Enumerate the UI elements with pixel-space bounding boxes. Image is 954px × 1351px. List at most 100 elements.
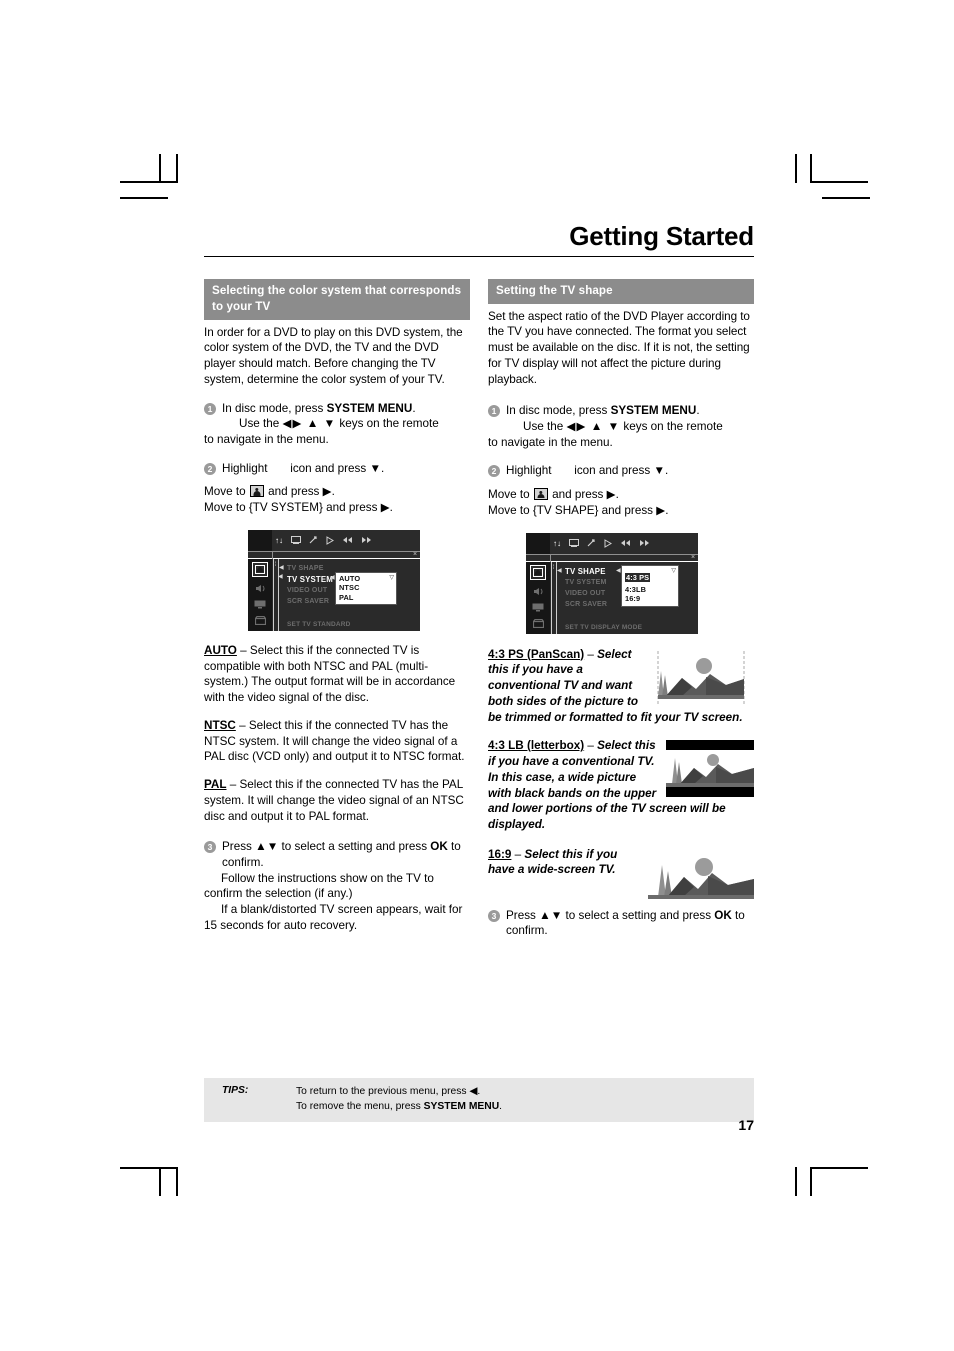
shuffle-icon <box>587 539 595 547</box>
osd-menu-body: ⁞ ◀ ◀ TV SHAPE TV SYSTEM VIDEO OUT SCR S… <box>248 558 420 631</box>
letterbox-thumbnail <box>666 740 754 798</box>
system-menu-bold: SYSTEM MENU <box>610 404 697 418</box>
option-label: PAL <box>204 778 227 792</box>
osd-left-caret-icon: ◀ <box>279 564 284 571</box>
osd-rail-dots: ⁞ <box>552 564 555 571</box>
crop-mark-tr-v2 <box>795 154 797 183</box>
step-number: 2 <box>204 462 216 475</box>
osd-sidebar-preferences-icon[interactable] <box>530 564 546 580</box>
option-label: 4:3 LB (letterbox) <box>488 739 585 753</box>
popup-item[interactable]: AUTO <box>339 574 393 584</box>
step-text-end: and press ▶. <box>264 485 335 499</box>
left-step-2: 2 Highlight icon and press ▼. Move to an… <box>204 461 470 516</box>
rewind-icon <box>621 540 630 547</box>
osd-menu-list: ◀ TV SHAPE TV SYSTEM VIDEO OUT SCR SAVER… <box>557 562 698 634</box>
popup-item[interactable]: PAL <box>339 593 393 603</box>
option-auto: AUTO – Select this if the connected TV i… <box>204 643 470 706</box>
osd-sidebar-video-icon[interactable] <box>254 600 266 609</box>
osd-top-icons: ↑↓ <box>550 533 698 554</box>
osd-sidebar-general-icon[interactable] <box>254 615 266 625</box>
header-divider <box>204 255 754 257</box>
crop-mark-bl-v <box>176 1167 178 1196</box>
ok-bold: OK <box>430 840 448 854</box>
step-line-2: Use the ◀▶ ▲ ▼ keys on the remote <box>506 419 754 435</box>
osd-top-icons: ↑↓ <box>272 530 420 551</box>
popup-item[interactable]: 4:3LB <box>625 585 675 595</box>
step-line-2: Use the ◀▶ ▲ ▼ keys on the remote <box>222 416 470 432</box>
osd-footer-hint: SET TV STANDARD <box>287 620 351 628</box>
step-text-end: keys on the remote <box>620 419 723 433</box>
option-dash: – <box>235 718 249 732</box>
preferences-person-icon <box>533 488 548 501</box>
osd-top-underline: × <box>248 550 420 559</box>
crop-mark-br-v <box>810 1167 812 1196</box>
step-text-end: . <box>412 401 416 415</box>
person-icon <box>533 567 543 577</box>
osd-top-underline: × <box>526 553 698 562</box>
step-line-1: In disc mode, press SYSTEM MENU. <box>222 401 470 417</box>
page-title: Getting Started <box>569 221 754 251</box>
step-text-end: icon and press ▼. <box>574 464 669 478</box>
osd-close-icon: × <box>691 553 696 561</box>
osd-left-caret-icon: ◀ <box>557 567 562 574</box>
osd-menu-body: ⁞ ◀ TV SHAPE TV SYSTEM VIDEO OUT SCR SAV… <box>526 561 698 634</box>
popup-item-selected[interactable]: 4:3 PS <box>625 572 651 583</box>
person-icon <box>255 564 265 574</box>
popup-item[interactable]: 16:9 <box>625 594 675 604</box>
shuffle-icon <box>309 536 317 544</box>
osd-sidebar <box>526 561 550 634</box>
two-column-layout: Selecting the color system that correspo… <box>204 278 754 940</box>
step-line-2: Move to and press ▶. <box>204 484 470 500</box>
osd-popup-tv-shape: ◀ ▽ 4:3 PS 4:3LB 16:9 <box>616 564 679 607</box>
step-number: 2 <box>488 465 500 478</box>
option-dash: – <box>584 739 598 753</box>
step-text: Move to <box>204 485 249 499</box>
widescreen-thumbnail <box>648 848 754 906</box>
crop-mark-tr-h2 <box>822 197 870 199</box>
osd-sidebar-general-icon[interactable] <box>532 618 544 628</box>
osd-sidebar-video-icon[interactable] <box>532 603 544 612</box>
left-section-heading: Selecting the color system that correspo… <box>204 278 470 320</box>
option-4-3-lb: 4:3 LB (letterbox) – Select this if you … <box>488 738 754 832</box>
osd-sidebar-audio-icon[interactable] <box>255 584 266 593</box>
osd-sidebar-audio-icon[interactable] <box>533 587 544 596</box>
osd-menu-list: ◀ ◀ TV SHAPE TV SYSTEM VIDEO OUT SCR SAV… <box>278 559 420 631</box>
crop-mark-tr-h <box>810 181 868 183</box>
crop-mark-bl-h <box>120 1167 178 1169</box>
option-dash: – <box>511 847 525 861</box>
crop-mark-tl-v2 <box>159 154 161 183</box>
option-label: 4:3 PS (PanScan) <box>488 647 585 661</box>
option-dash: – <box>236 643 250 657</box>
osd-top-bar: ↑↓ <box>248 529 420 551</box>
osd-sidebar <box>248 558 272 631</box>
right-step-3: 3 Press ▲▼ to select a setting and press… <box>488 908 754 939</box>
disc-info-icon: ↑↓ <box>275 535 283 545</box>
option-label: 16:9 <box>488 847 512 861</box>
crop-mark-tl-h <box>120 181 178 183</box>
popup-item[interactable]: NTSC <box>339 583 393 593</box>
left-step-1: 1 In disc mode, press SYSTEM MENU. Use t… <box>204 401 470 448</box>
osd-rail-dots: ⁞ <box>274 561 277 568</box>
tips-text: To remove the menu, press <box>296 1100 424 1112</box>
step-line-1: In disc mode, press SYSTEM MENU. <box>506 403 754 419</box>
panscan-thumbnail <box>648 648 754 706</box>
option-label: AUTO <box>204 643 237 657</box>
crop-mark-tl-v <box>176 154 178 183</box>
crop-mark-br-v2 <box>795 1167 797 1196</box>
disc-info-icon: ↑↓ <box>553 538 561 548</box>
tips-line-2: To remove the menu, press SYSTEM MENU. <box>296 1100 502 1115</box>
step-text: Highlight <box>506 464 552 478</box>
tips-line-1: To return to the previous menu, press ◀. <box>296 1085 502 1100</box>
arrow-keys-glyphs: ◀▶ ▲ ▼ <box>566 419 621 433</box>
right-osd-screenshot: ↑↓ × ⁞ ◀ TV SHAPE TV SYSTEM VIDEO OUT SC… <box>526 532 698 634</box>
right-column: Setting the TV shape Set the aspect rati… <box>488 278 754 940</box>
step-text-end: . <box>696 404 700 418</box>
crop-mark-bl-v2 <box>159 1167 161 1196</box>
screen-icon <box>291 536 301 545</box>
arrow-keys-glyphs: ◀▶ ▲ ▼ <box>282 417 337 431</box>
step-line-2: Follow the instructions show on the TV t… <box>204 871 434 901</box>
left-column: Selecting the color system that correspo… <box>204 278 470 940</box>
step-text: Highlight <box>222 461 268 475</box>
osd-sidebar-preferences-icon[interactable] <box>252 561 268 577</box>
step-text-end: and press ▶. <box>548 488 619 502</box>
